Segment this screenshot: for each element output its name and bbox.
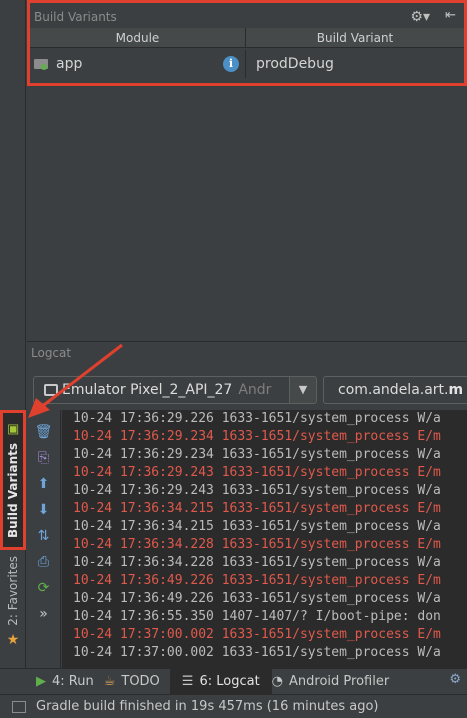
build-variants-tab-label: Build Variants bbox=[6, 443, 20, 538]
android-icon: ▣ bbox=[5, 423, 21, 436]
module-cell[interactable]: app i bbox=[30, 50, 246, 78]
package-dropdown[interactable]: com.andela.art.m bbox=[323, 376, 467, 404]
package-name: com.andela.art. bbox=[338, 382, 449, 398]
tab-label: 6: Logcat bbox=[199, 674, 260, 689]
device-dropdown[interactable]: Emulator Pixel_2_API_27 Andr ▼ bbox=[33, 376, 317, 404]
log-line: 10-24 17:37:00.002 1633-1651/system_proc… bbox=[73, 645, 441, 660]
logcat-title: Logcat bbox=[31, 346, 72, 360]
build-variants-panel: Build Variants ⚙▾ ⇤ Module Build Variant… bbox=[27, 0, 467, 342]
logcat-toolbar: 🗑 ⎘ ⬆ ⬇ ⇅ ⎙ ⟳ » bbox=[27, 410, 60, 670]
module-name: app bbox=[56, 56, 83, 72]
gear-icon[interactable]: ⚙▾ bbox=[410, 9, 430, 25]
tab-label: 4: Run bbox=[52, 674, 94, 689]
build-variants-title: Build Variants bbox=[34, 10, 117, 24]
device-icon bbox=[44, 384, 58, 396]
chevron-down-icon[interactable]: ▼ bbox=[289, 377, 316, 403]
log-line: 10-24 17:36:34.215 1633-1651/system_proc… bbox=[73, 501, 441, 516]
logcat-output[interactable]: 10-24 17:36:29.226 1633-1651/system_proc… bbox=[62, 410, 467, 668]
log-line: 10-24 17:36:29.243 1633-1651/system_proc… bbox=[73, 483, 441, 498]
up-arrow-icon[interactable]: ⬆ bbox=[34, 474, 54, 494]
tab-label: TODO bbox=[121, 674, 160, 689]
package-name-bold: m bbox=[448, 382, 464, 398]
device-name: Emulator Pixel_2_API_27 bbox=[62, 382, 233, 398]
restart-icon[interactable]: ⟳ bbox=[34, 578, 54, 598]
left-tool-strip: ▣ Build Variants 2: Favorites ★ bbox=[0, 0, 26, 692]
log-line: 10-24 17:36:49.226 1633-1651/system_proc… bbox=[73, 591, 441, 606]
tab-todo[interactable]: ☕ TODO bbox=[104, 669, 170, 695]
bottom-tool-tabs: ▶ 4: Run ☕ TODO ☰ 6: Logcat ◔ Android Profiler bbox=[0, 668, 467, 695]
tab-run[interactable]: ▶ 4: Run bbox=[36, 669, 104, 695]
tab-label: Android Profiler bbox=[289, 674, 390, 689]
favorites-tab-label: 2: Favorites bbox=[6, 556, 20, 626]
info-icon[interactable]: i bbox=[223, 56, 239, 72]
status-bar: Gradle build finished in 19s 457ms (16 m… bbox=[0, 694, 467, 718]
panel-divider[interactable] bbox=[27, 341, 467, 342]
module-folder-icon bbox=[34, 59, 48, 70]
build-variants-header: Build Variants ⚙▾ ⇤ bbox=[27, 0, 467, 30]
device-version: Andr bbox=[238, 382, 272, 398]
log-line: 10-24 17:36:29.226 1633-1651/system_proc… bbox=[73, 411, 441, 426]
profiler-icon: ◔ bbox=[271, 674, 284, 689]
column-header-module[interactable]: Module bbox=[30, 28, 246, 48]
settings-icon[interactable]: ⚙ bbox=[449, 672, 461, 687]
column-header-build-variant[interactable]: Build Variant bbox=[246, 28, 464, 48]
log-line: 10-24 17:36:29.243 1633-1651/system_proc… bbox=[73, 465, 441, 480]
run-icon: ▶ bbox=[36, 674, 46, 689]
soft-wrap-icon[interactable]: ⇅ bbox=[34, 526, 54, 546]
log-line: 10-24 17:36:34.228 1633-1651/system_proc… bbox=[73, 555, 441, 570]
favorites-tool-tab[interactable]: 2: Favorites ★ bbox=[0, 556, 26, 656]
down-arrow-icon[interactable]: ⬇ bbox=[34, 500, 54, 520]
todo-icon: ☕ bbox=[103, 674, 116, 689]
tool-window-toggle-icon[interactable] bbox=[12, 700, 26, 713]
hide-panel-icon[interactable]: ⇤ bbox=[445, 8, 456, 23]
build-variants-table: Module Build Variant app i prodDebug bbox=[27, 28, 467, 86]
status-text: Gradle build finished in 19s 457ms (16 m… bbox=[36, 699, 379, 714]
build-variant-cell[interactable]: prodDebug bbox=[256, 50, 464, 78]
log-line: 10-24 17:36:34.215 1633-1651/system_proc… bbox=[73, 519, 441, 534]
logcat-divider bbox=[60, 410, 61, 668]
log-line: 10-24 17:36:34.228 1633-1651/system_proc… bbox=[73, 537, 441, 552]
tab-android-profiler[interactable]: ◔ Android Profiler bbox=[272, 669, 400, 695]
tab-logcat[interactable]: ☰ 6: Logcat bbox=[169, 668, 272, 695]
trash-icon[interactable]: 🗑 bbox=[34, 422, 54, 442]
log-line: 10-24 17:36:55.350 1407-1407/? I/boot-pi… bbox=[73, 609, 441, 624]
more-icon[interactable]: » bbox=[34, 604, 54, 624]
print-icon[interactable]: ⎙ bbox=[34, 552, 54, 572]
scroll-to-end-icon[interactable]: ⎘ bbox=[34, 448, 54, 468]
star-icon: ★ bbox=[6, 631, 20, 648]
log-line: 10-24 17:36:29.234 1633-1651/system_proc… bbox=[73, 447, 441, 462]
log-line: 10-24 17:36:29.234 1633-1651/system_proc… bbox=[73, 429, 441, 444]
build-variants-tool-tab[interactable]: ▣ Build Variants bbox=[0, 410, 26, 550]
log-line: 10-24 17:36:49.226 1633-1651/system_proc… bbox=[73, 573, 441, 588]
log-line: 10-24 17:37:00.002 1633-1651/system_proc… bbox=[73, 627, 441, 642]
logcat-icon: ☰ bbox=[181, 674, 194, 689]
